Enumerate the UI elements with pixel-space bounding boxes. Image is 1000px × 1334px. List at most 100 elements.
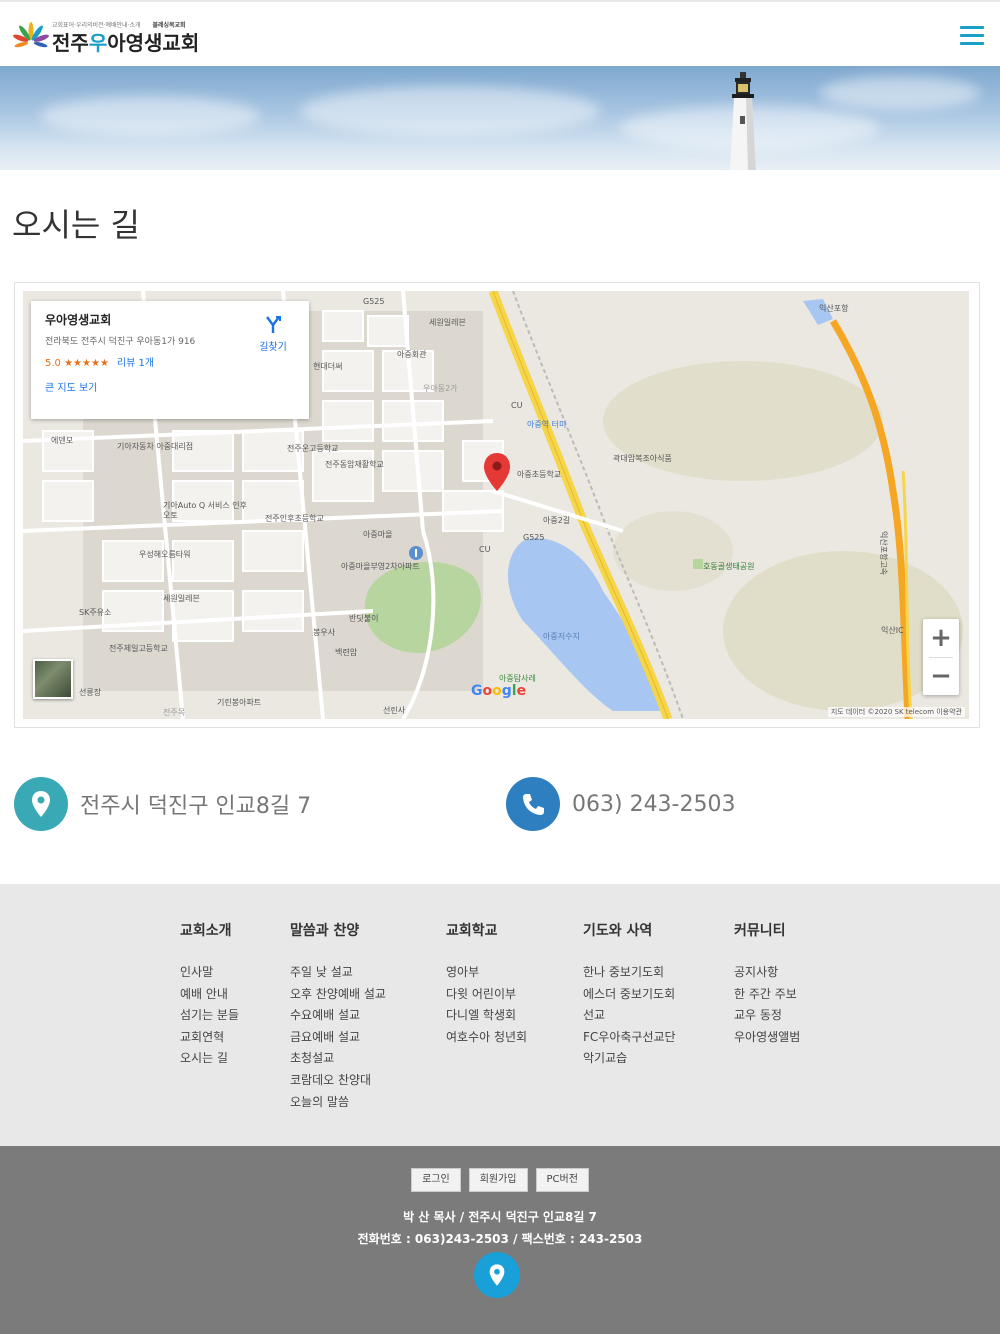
site-header: 교회표어·우리의비전·예배안내·소개 블레싱목교회 전주우아영생교회 xyxy=(0,0,1000,66)
map-label: 전주동암재활학교 xyxy=(325,460,384,469)
footer-link[interactable]: 교회연혁 xyxy=(180,1027,239,1049)
footer-phone-fax: 전화번호 : 063)243-2503 / 팩스번호 : 243-2503 xyxy=(357,1232,643,1246)
footer-link[interactable]: 오후 찬양예배 설교 xyxy=(290,984,386,1006)
footer-link[interactable]: 영아부 xyxy=(446,962,527,984)
map-label: CU xyxy=(479,545,491,554)
map-label: 현대더써 xyxy=(313,362,343,371)
map-label: 기아Auto Q 서비스 인후오토 xyxy=(163,501,248,520)
location-pin-icon xyxy=(14,777,68,831)
map-label: CU xyxy=(511,401,523,410)
footer-link[interactable]: 코람데오 찬양대 xyxy=(290,1070,386,1092)
map-label: 전주목 xyxy=(163,708,186,717)
footer-col-ministry: 기도와 사역 한나 중보기도회 에스더 중보기도회 선교 FC우아축구선교단 악… xyxy=(583,920,676,1070)
footer-col-title[interactable]: 커뮤니티 xyxy=(734,920,800,940)
map-label: 기린봉아파트 xyxy=(217,698,262,707)
map-label: 곽대암복조아식품 xyxy=(613,454,672,463)
page-title: 오시는 길 xyxy=(12,206,140,244)
footer-buttons: 로그인 회원가입 PC버전 xyxy=(0,1168,1000,1192)
site-footer: 로그인 회원가입 PC버전 박 산 목사 / 전주시 덕진구 인교8길 7 전화… xyxy=(0,1146,1000,1334)
map-label: 익산포항 xyxy=(819,304,849,313)
map-label: 선릉장 xyxy=(79,688,102,697)
footer-link[interactable]: 오늘의 말씀 xyxy=(290,1092,386,1114)
map-frame: G525 세원일레븐 아중회관 현대더써 우아동2가 CU 아중역 터미 에덴모… xyxy=(14,282,980,728)
phone-block[interactable]: 063) 243-2503 xyxy=(506,774,736,834)
footer-link[interactable]: 한나 중보기도회 xyxy=(583,962,676,984)
footer-link[interactable]: 오시는 길 xyxy=(180,1048,239,1070)
footer-col-title[interactable]: 교회소개 xyxy=(180,920,239,940)
footer-col-title[interactable]: 기도와 사역 xyxy=(583,920,676,940)
map-label: 봉우사 xyxy=(313,628,336,637)
phone-text: 063) 243-2503 xyxy=(572,791,736,817)
footer-link[interactable]: 금요예배 설교 xyxy=(290,1027,386,1049)
map-label: 아중초등학교 xyxy=(517,470,562,479)
map-label: 익산포항고속 xyxy=(879,531,888,576)
map-label: 아중회관 xyxy=(397,350,427,359)
map-label: 아중2길 xyxy=(543,516,571,525)
map-label: 호동골생태공원 xyxy=(703,562,755,571)
zoom-out-button[interactable]: − xyxy=(923,657,959,695)
footer-col-title[interactable]: 교회학교 xyxy=(446,920,527,940)
map-attribution[interactable]: 지도 데이터 ©2020 SK telecom 이용약관 xyxy=(827,707,965,717)
address-text: 전주시 덕진구 인교8길 7 xyxy=(80,794,312,819)
footer-info: 박 산 목사 / 전주시 덕진구 인교8길 7 전화번호 : 063)243-2… xyxy=(0,1206,1000,1250)
map-label: 아중마을부영2차아파트 xyxy=(341,562,420,571)
place-address: 전라북도 전주시 덕진구 우아동1가 916 xyxy=(45,337,196,347)
footer-link[interactable]: 주일 낮 설교 xyxy=(290,962,386,984)
map-label: 세원일레븐 xyxy=(163,594,200,603)
footer-link[interactable]: 교우 동정 xyxy=(734,1005,800,1027)
footer-link[interactable]: 악기교습 xyxy=(583,1048,676,1070)
pc-version-button[interactable]: PC버전 xyxy=(535,1168,589,1192)
directions-button[interactable]: 길찾기 xyxy=(253,315,293,353)
satellite-toggle[interactable] xyxy=(33,659,73,699)
map-label: SK주유소 xyxy=(79,608,112,617)
footer-link[interactable]: 공지사항 xyxy=(734,962,800,984)
bigger-map-link[interactable]: 큰 지도 보기 xyxy=(45,379,295,394)
map-label: 기아자동차 아중대리점 xyxy=(117,442,194,451)
hero-banner xyxy=(0,66,1000,170)
directions-icon xyxy=(266,316,281,333)
footer-link[interactable]: 섬기는 분들 xyxy=(180,1005,239,1027)
footer-link[interactable]: 다니엘 학생회 xyxy=(446,1005,527,1027)
footer-col-community: 커뮤니티 공지사항 한 주간 주보 교우 동정 우아영생앨범 xyxy=(734,920,800,1048)
map-label: 아중마을 xyxy=(363,530,393,539)
footer-link[interactable]: 여호수아 청년회 xyxy=(446,1027,527,1049)
logo-mark-icon xyxy=(12,20,50,56)
signup-button[interactable]: 회원가입 xyxy=(468,1168,528,1192)
footer-link[interactable]: 우아영생앨범 xyxy=(734,1027,800,1049)
map-label: 우성해오름타워 xyxy=(139,550,191,559)
footer-link[interactable]: FC우아축구선교단 xyxy=(583,1027,676,1049)
map-label: 선린사 xyxy=(383,706,406,715)
phone-icon xyxy=(506,777,560,831)
footer-link[interactable]: 한 주간 주보 xyxy=(734,984,800,1006)
map-label: G525 xyxy=(523,533,545,542)
map-label: 세원일레븐 xyxy=(429,318,466,327)
google-map[interactable]: G525 세원일레븐 아중회관 현대더써 우아동2가 CU 아중역 터미 에덴모… xyxy=(23,291,969,719)
footer-link[interactable]: 다윗 어린이부 xyxy=(446,984,527,1006)
logo-tagline-brand: 블레싱목교회 xyxy=(152,22,186,29)
map-label: 전주운고등학교 xyxy=(287,444,339,453)
footer-col-title[interactable]: 말씀과 찬양 xyxy=(290,920,386,940)
logo-name: 전주우아영생교회 xyxy=(52,31,200,55)
zoom-control: + − xyxy=(923,619,959,695)
google-logo: Google xyxy=(471,683,527,699)
site-logo[interactable]: 교회표어·우리의비전·예배안내·소개 블레싱목교회 전주우아영생교회 xyxy=(12,18,199,58)
hamburger-icon[interactable] xyxy=(960,26,984,46)
footer-link[interactable]: 에스더 중보기도회 xyxy=(583,984,676,1006)
footer-link[interactable]: 수요예배 설교 xyxy=(290,1005,386,1027)
map-label: 전주인후초등학교 xyxy=(265,514,324,523)
login-button[interactable]: 로그인 xyxy=(411,1168,461,1192)
footer-col-sermons: 말씀과 찬양 주일 낮 설교 오후 찬양예배 설교 수요예배 설교 금요예배 설… xyxy=(290,920,386,1113)
map-label: 백련암 xyxy=(335,648,358,657)
zoom-in-button[interactable]: + xyxy=(923,619,959,657)
place-rating: 5.0 ★★★★★ 리뷰 1개 xyxy=(45,358,155,369)
footer-col-school: 교회학교 영아부 다윗 어린이부 다니엘 학생회 여호수아 청년회 xyxy=(446,920,527,1048)
footer-link[interactable]: 초청설교 xyxy=(290,1048,386,1070)
footer-link[interactable]: 인사말 xyxy=(180,962,239,984)
reviews-link[interactable]: 리뷰 1개 xyxy=(117,358,154,369)
footer-link[interactable]: 예배 안내 xyxy=(180,984,239,1006)
footer-link[interactable]: 선교 xyxy=(583,1005,676,1027)
footer-location-pin-icon[interactable] xyxy=(474,1252,520,1298)
footer-col-about: 교회소개 인사말 예배 안내 섬기는 분들 교회연혁 오시는 길 xyxy=(180,920,239,1070)
address-block: 전주시 덕진구 인교8길 7 xyxy=(14,774,311,834)
place-info-card: 우아영생교회 전라북도 전주시 덕진구 우아동1가 916 5.0 ★★★★★ 리… xyxy=(31,301,309,419)
